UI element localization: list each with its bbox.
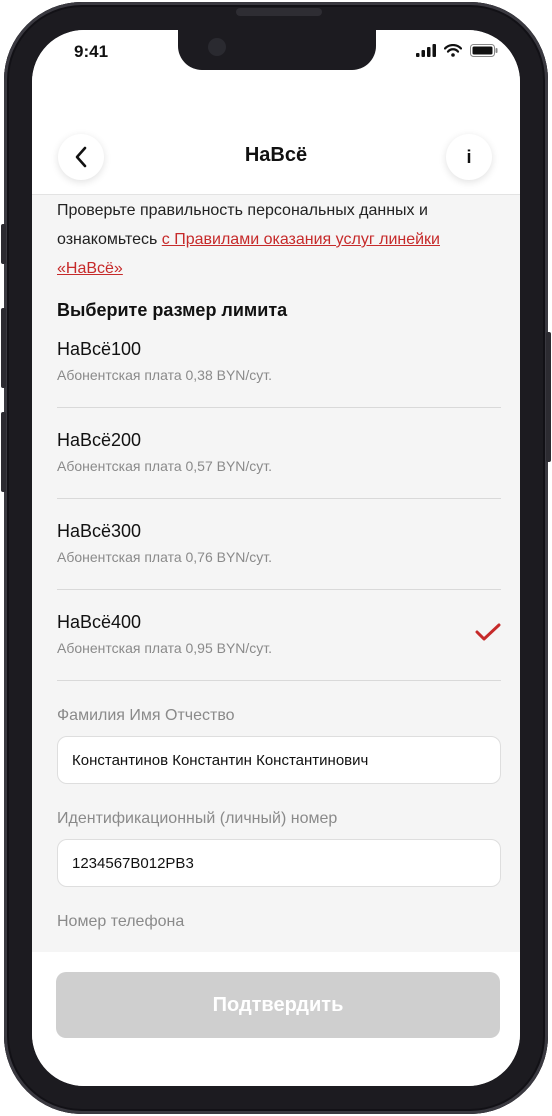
main-content: Проверьте правильность персональных данн… [57, 194, 501, 931]
volume-down-button [1, 412, 6, 492]
speaker-grille [236, 8, 322, 16]
signal-icon [416, 44, 436, 57]
limit-option-100[interactable]: НаВсё100 Абонентская плата 0,38 BYN/сут. [57, 317, 501, 408]
option-name: НаВсё200 [57, 430, 142, 450]
option-fee: Абонентская плата 0,57 BYN/сут. [57, 458, 273, 474]
limit-option-300[interactable]: НаВсё300 Абонентская плата 0,76 BYN/сут. [57, 499, 501, 590]
option-fee: Абонентская плата 0,38 BYN/сут. [57, 367, 273, 383]
mute-switch [1, 224, 6, 264]
power-button [546, 332, 551, 462]
option-fee: Абонентская плата 0,95 BYN/сут. [57, 640, 273, 656]
bottom-bar: Подтвердить [32, 952, 520, 1086]
intro-text: Проверьте правильность персональных данн… [57, 196, 501, 283]
volume-up-button [1, 308, 6, 388]
info-icon: i [466, 146, 472, 167]
confirm-button[interactable]: Подтвердить [56, 972, 500, 1038]
wifi-icon [444, 44, 462, 57]
full-name-field[interactable]: Константинов Константин Константинович [57, 736, 501, 784]
personal-id-field[interactable]: 1234567B012PB3 [57, 839, 501, 887]
option-name: НаВсё300 [57, 521, 142, 541]
option-name: НаВсё400 [57, 612, 142, 632]
limit-option-200[interactable]: НаВсё200 Абонентская плата 0,57 BYN/сут. [57, 408, 501, 499]
battery-icon [470, 44, 498, 57]
notch [178, 30, 376, 70]
option-fee: Абонентская плата 0,76 BYN/сут. [57, 549, 273, 565]
full-name-label: Фамилия Имя Отчество [57, 707, 235, 724]
info-button[interactable]: i [446, 134, 492, 180]
app-header: НаВсё i [32, 82, 520, 195]
front-camera [208, 38, 226, 56]
screen: 9:41 НаВсё i Проверьте правильность перс… [32, 30, 520, 1086]
phone-number-label: Номер телефона [57, 913, 185, 930]
status-time: 9:41 [74, 42, 109, 61]
personal-id-label: Идентификационный (личный) номер [57, 810, 338, 827]
checkmark-icon [475, 623, 501, 641]
limit-option-400[interactable]: НаВсё400 Абонентская плата 0,95 BYN/сут. [57, 590, 501, 681]
option-name: НаВсё100 [57, 339, 142, 359]
